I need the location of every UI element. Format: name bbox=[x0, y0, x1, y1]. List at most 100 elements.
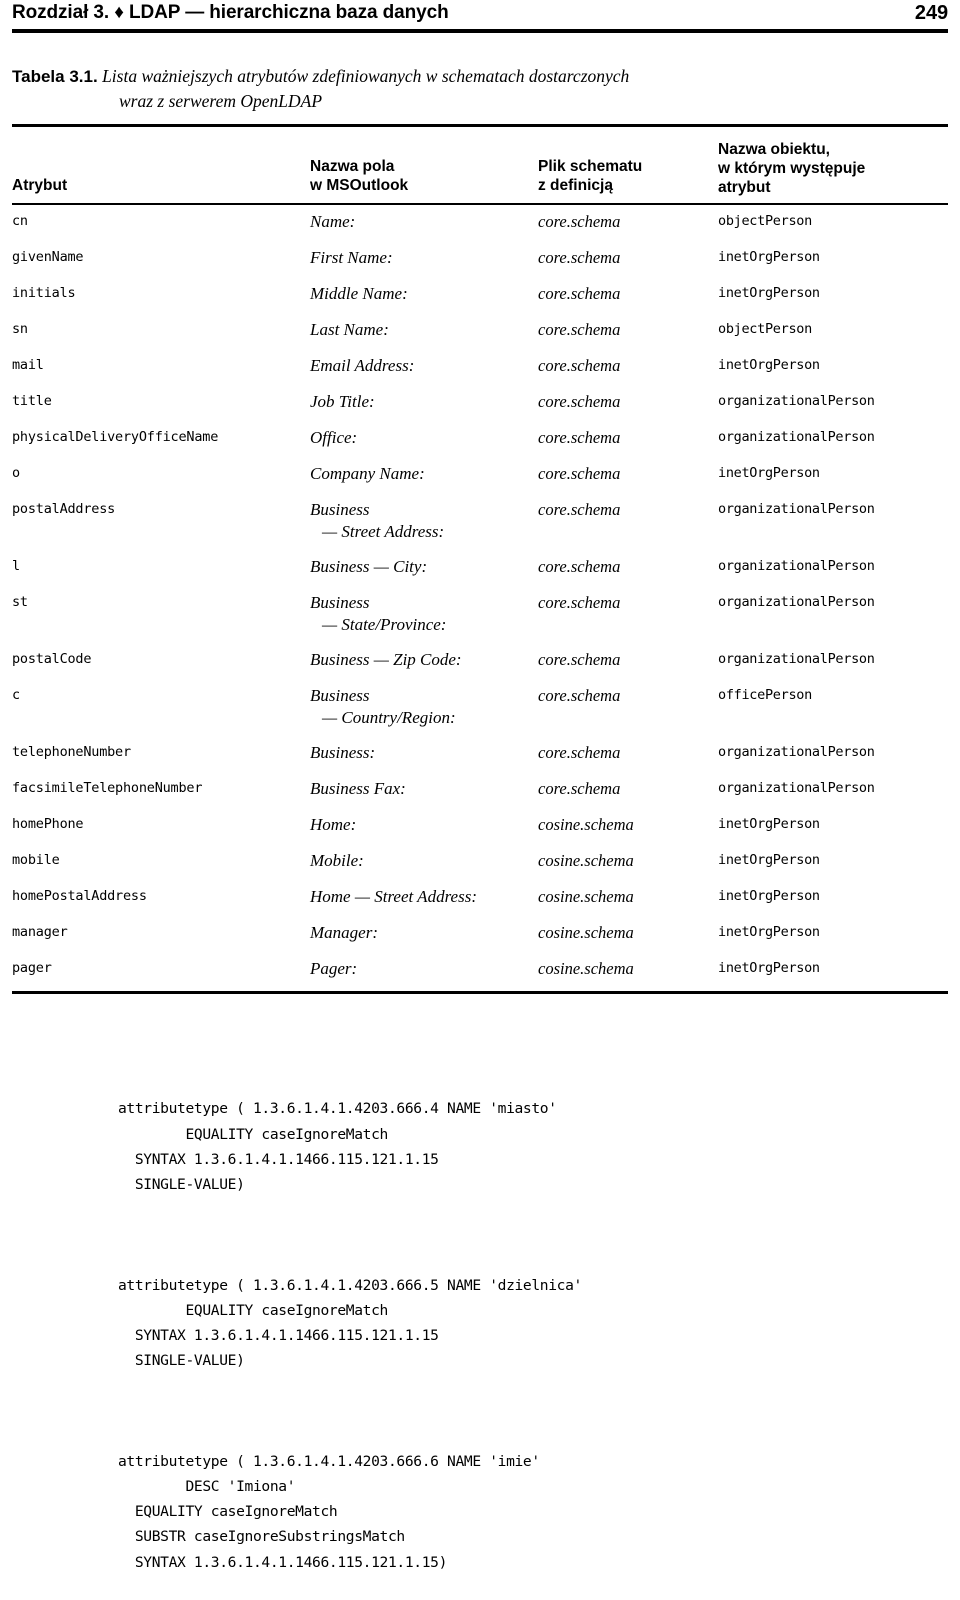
cell-schema-file: core.schema bbox=[538, 284, 621, 303]
cell-object-name: organizationalPerson bbox=[718, 501, 875, 517]
cell-object-name: inetOrgPerson bbox=[718, 960, 820, 976]
cell-object-name: organizationalPerson bbox=[718, 744, 875, 760]
cell-object-name: inetOrgPerson bbox=[718, 924, 820, 940]
cell-attribute: sn bbox=[12, 321, 28, 337]
cell-outlook-field: Office: bbox=[310, 427, 538, 449]
cell-schema-file: core.schema bbox=[538, 320, 621, 339]
table-row: homePostalAddress Home — Street Address: c… bbox=[12, 886, 948, 909]
cell-attribute: givenName bbox=[12, 249, 84, 265]
cell-object-name: organizationalPerson bbox=[718, 393, 875, 409]
cell-outlook-field-main: Business: bbox=[310, 743, 376, 762]
cell-attribute: title bbox=[12, 393, 52, 409]
column-header-attribute: Atrybut bbox=[12, 176, 310, 197]
cell-schema-file: cosine.schema bbox=[538, 887, 634, 906]
cell-outlook-field: Home — Street Address: bbox=[310, 886, 538, 908]
cell-attribute: homePhone bbox=[12, 816, 84, 832]
cell-outlook-field-main: Office: bbox=[310, 428, 358, 447]
cell-outlook-field: Business — Street Address: bbox=[310, 499, 538, 543]
cell-outlook-field-main: Business — Zip Code: bbox=[310, 650, 462, 669]
cell-outlook-field: Manager: bbox=[310, 922, 538, 944]
column-header-schema-file: Plik schematu z definicją bbox=[538, 157, 718, 197]
cell-schema-file: core.schema bbox=[538, 743, 621, 762]
cell-object-name: organizationalPerson bbox=[718, 429, 875, 445]
cell-schema-file: core.schema bbox=[538, 392, 621, 411]
table-row: mobile Mobile: cosine.schema inetOrgPerson bbox=[12, 850, 948, 873]
cell-attribute: st bbox=[12, 594, 28, 610]
table-bottom-rule bbox=[12, 991, 948, 994]
cell-schema-file: cosine.schema bbox=[538, 923, 634, 942]
page-number: 249 bbox=[914, 2, 948, 24]
cell-object-name: inetOrgPerson bbox=[718, 249, 820, 265]
cell-attribute: manager bbox=[12, 924, 68, 940]
column-header-outlook-field-line1: Nazwa pola bbox=[310, 158, 395, 175]
cell-outlook-field: First Name: bbox=[310, 247, 538, 269]
cell-outlook-field: Last Name: bbox=[310, 319, 538, 341]
cell-object-name: inetOrgPerson bbox=[718, 357, 820, 373]
cell-schema-file: core.schema bbox=[538, 248, 621, 267]
cell-schema-file: core.schema bbox=[538, 356, 621, 375]
table-row: postalCode Business — Zip Code: core.schem… bbox=[12, 649, 948, 672]
table-caption-line2: wraz z serwerem OpenLDAP bbox=[119, 91, 323, 111]
cell-outlook-field-main: Business bbox=[310, 686, 370, 705]
cell-outlook-field-main: Name: bbox=[310, 212, 356, 231]
cell-outlook-field-main: Company Name: bbox=[310, 464, 425, 483]
cell-schema-file: core.schema bbox=[538, 593, 621, 612]
column-header-outlook-field-line2: w MSOutlook bbox=[310, 177, 409, 194]
cell-object-name: objectPerson bbox=[718, 213, 812, 229]
cell-outlook-field: Business — Country/Region: bbox=[310, 685, 538, 729]
column-header-object-name-line1: Nazwa obiektu, bbox=[718, 141, 830, 158]
cell-attribute: c bbox=[12, 687, 20, 703]
column-header-schema-file-line1: Plik schematu bbox=[538, 158, 643, 175]
cell-outlook-field: Business: bbox=[310, 742, 538, 764]
cell-attribute: pager bbox=[12, 960, 52, 976]
table-row: pager Pager: cosine.schema inetOrgPerson bbox=[12, 958, 948, 981]
cell-object-name: organizationalPerson bbox=[718, 780, 875, 796]
cell-outlook-field: Name: bbox=[310, 211, 538, 233]
cell-schema-file: cosine.schema bbox=[538, 815, 634, 834]
code-block-dzielnica: attributetype ( 1.3.6.1.4.1.4203.666.5 N… bbox=[118, 1276, 582, 1370]
cell-schema-file: core.schema bbox=[538, 650, 621, 669]
cell-outlook-field-main: Business — City: bbox=[310, 557, 428, 576]
cell-attribute: postalAddress bbox=[12, 501, 116, 517]
chapter-title: Rozdział 3. ♦ LDAP — hierarchiczna baza … bbox=[12, 2, 449, 23]
column-header-object-name: Nazwa obiektu, w którym występuje atrybu… bbox=[718, 140, 948, 197]
cell-object-name: organizationalPerson bbox=[718, 594, 875, 610]
table-row: givenName First Name: core.schema inetOrgPe… bbox=[12, 247, 948, 270]
column-header-object-name-line2: w którym występuje bbox=[718, 160, 866, 177]
table-row: o Company Name: core.schema inetOrgPerson bbox=[12, 463, 948, 486]
cell-schema-file: core.schema bbox=[538, 557, 621, 576]
table-row: sn Last Name: core.schema objectPerson bbox=[12, 319, 948, 342]
cell-attribute: physicalDeliveryOfficeName bbox=[12, 429, 219, 445]
cell-schema-file: core.schema bbox=[538, 464, 621, 483]
cell-attribute: l bbox=[12, 558, 20, 574]
cell-object-name: inetOrgPerson bbox=[718, 852, 820, 868]
cell-outlook-field-continuation: — State/Province: bbox=[322, 615, 447, 634]
cell-outlook-field-main: Home — Street Address: bbox=[310, 887, 477, 906]
column-header-object-name-line3: atrybut bbox=[718, 179, 771, 196]
cell-outlook-field-main: Job Title: bbox=[310, 392, 375, 411]
table-row: physicalDeliveryOfficeName Office: core.sc… bbox=[12, 427, 948, 450]
cell-outlook-field-main: Mobile: bbox=[310, 851, 364, 870]
table-caption: Tabela 3.1. Lista ważniejszych atrybutów… bbox=[12, 64, 912, 114]
table-caption-line1: Lista ważniejszych atrybutów zdefiniowan… bbox=[102, 66, 630, 86]
cell-schema-file: core.schema bbox=[538, 686, 621, 705]
cell-object-name: objectPerson bbox=[718, 321, 812, 337]
cell-schema-file: cosine.schema bbox=[538, 959, 634, 978]
cell-schema-file: cosine.schema bbox=[538, 851, 634, 870]
cell-outlook-field-main: Home: bbox=[310, 815, 357, 834]
table-row: c Business — Country/Region: core.schema off… bbox=[12, 685, 948, 729]
cell-outlook-field: Business — State/Province: bbox=[310, 592, 538, 636]
header-rule bbox=[12, 29, 948, 33]
cell-attribute: cn bbox=[12, 213, 28, 229]
code-listings: attributetype ( 1.3.6.1.4.1.4203.666.4 N… bbox=[118, 1046, 918, 1600]
cell-outlook-field: Pager: bbox=[310, 958, 538, 980]
cell-schema-file: core.schema bbox=[538, 428, 621, 447]
table-row: homePhone Home: cosine.schema inetOrgPerson bbox=[12, 814, 948, 837]
cell-object-name: inetOrgPerson bbox=[718, 465, 820, 481]
table-row: facsimileTelephoneNumber Business Fax: cor… bbox=[12, 778, 948, 801]
cell-outlook-field: Mobile: bbox=[310, 850, 538, 872]
cell-attribute: mail bbox=[12, 357, 44, 373]
cell-attribute: postalCode bbox=[12, 651, 92, 667]
cell-outlook-field-main: Manager: bbox=[310, 923, 378, 942]
table-row: mail Email Address: core.schema inetOrgPers… bbox=[12, 355, 948, 378]
